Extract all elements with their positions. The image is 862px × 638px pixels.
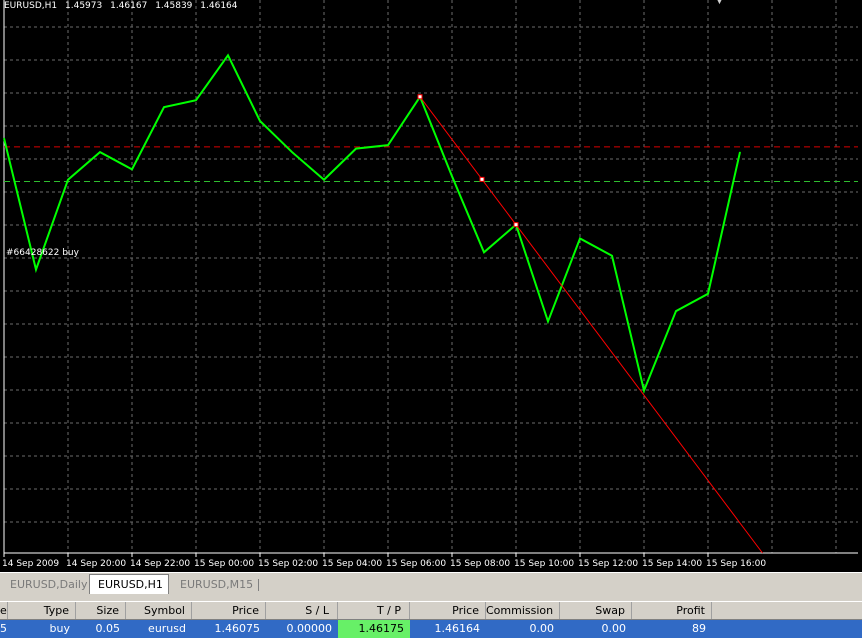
col-header-sl[interactable]: S / L: [266, 602, 338, 619]
col-header-profit[interactable]: Profit: [632, 602, 712, 619]
tab-eurusd-daily[interactable]: EURUSD,Daily: [2, 576, 88, 593]
price-point: [643, 390, 645, 392]
x-tick-label: 15 Sep 06:00: [386, 559, 447, 569]
x-tick-label: 15 Sep 04:00: [322, 559, 383, 569]
cell-type: buy: [49, 622, 70, 635]
col-header-symbol[interactable]: Symbol: [126, 602, 192, 619]
tab-eurusd-m15[interactable]: EURUSD,M15: [172, 576, 258, 593]
tab-eurusd-h1[interactable]: EURUSD,H1: [89, 574, 169, 594]
price-point: [547, 320, 549, 322]
x-tick-label: 15 Sep 00:00: [194, 559, 255, 569]
col-header-ticket[interactable]: e: [0, 602, 8, 619]
col-header-swap[interactable]: Swap: [560, 602, 632, 619]
col-header-size[interactable]: Size: [76, 602, 126, 619]
cell-size: 0.05: [95, 622, 121, 635]
price-point: [611, 255, 613, 257]
cell-swap: 0.00: [601, 622, 627, 635]
trend-line-handle: [479, 176, 485, 182]
x-tick-label: 14 Sep 22:00: [130, 559, 191, 569]
col-header-tp[interactable]: T / P: [338, 602, 410, 619]
price-point: [67, 179, 69, 181]
price-point: [163, 106, 165, 108]
price-point: [323, 179, 325, 181]
chart-symbol: EURUSD,H1: [4, 1, 58, 11]
chart-close: 1.46164: [200, 1, 238, 11]
price-point: [99, 151, 101, 153]
table-row[interactable]: 5 buy 0.05 eurusd 1.46075 0.00000 1.4617…: [0, 620, 862, 638]
cell-open-price: 1.46075: [214, 622, 261, 635]
x-tick-label: 14 Sep 2009: [2, 559, 60, 569]
col-header-price[interactable]: Price: [192, 602, 266, 619]
chart-high: 1.46167: [110, 1, 148, 11]
cell-current-price: 1.46164: [434, 622, 481, 635]
cell-profit: 89: [692, 622, 706, 635]
price-point: [3, 137, 5, 139]
trend-line-handle: [513, 222, 519, 228]
chart-canvas: [3, 0, 858, 557]
price-point: [227, 54, 229, 56]
price-point: [675, 310, 677, 312]
price-point: [35, 269, 37, 271]
cell-symbol: eurusd: [148, 622, 186, 635]
chart-tabs: EURUSD,Daily EURUSD,H1 EURUSD,M15: [0, 572, 862, 594]
x-tick-label: 15 Sep 02:00: [258, 559, 319, 569]
price-point: [579, 237, 581, 239]
col-header-current-price[interactable]: Price: [410, 602, 486, 619]
price-point: [739, 151, 741, 153]
cell-stop-loss: 0.00000: [286, 622, 333, 635]
x-tick-label: 14 Sep 20:00: [66, 559, 127, 569]
price-point: [483, 251, 485, 253]
order-line-label: #66428622 buy: [6, 248, 79, 258]
trend-line-handle: [417, 94, 423, 100]
x-tick-label: 15 Sep 16:00: [706, 559, 767, 569]
price-point: [195, 99, 197, 101]
price-series-line: [3, 53, 741, 394]
x-tick-label: 15 Sep 14:00: [642, 559, 703, 569]
price-point: [451, 175, 453, 177]
tab-separator: [258, 579, 259, 591]
cell-ticket: 5: [0, 622, 7, 635]
price-point: [707, 293, 709, 295]
chart-low: 1.45839: [155, 1, 193, 11]
chart-open: 1.45973: [65, 1, 103, 11]
chart-shift-icon[interactable]: ▼: [716, 0, 723, 6]
col-header-type[interactable]: Type: [8, 602, 76, 619]
cell-commission: 0.00: [529, 622, 555, 635]
x-tick-label: 15 Sep 10:00: [514, 559, 575, 569]
price-point: [259, 120, 261, 122]
col-header-commission[interactable]: Commission: [486, 602, 560, 619]
price-point: [387, 144, 389, 146]
x-tick-label: 15 Sep 12:00: [578, 559, 639, 569]
cell-take-profit: 1.46175: [338, 620, 410, 638]
chart-header: EURUSD,H1 1.45973 1.46167 1.45839 1.4616…: [4, 1, 243, 11]
trade-table-header: e Type Size Symbol Price S / L T / P Pri…: [0, 601, 862, 620]
trend-line: [419, 96, 763, 554]
price-chart[interactable]: EURUSD,H1 1.45973 1.46167 1.45839 1.4616…: [0, 0, 862, 572]
panel-gap: [0, 594, 862, 601]
x-tick-label: 15 Sep 08:00: [450, 559, 511, 569]
price-point: [291, 151, 293, 153]
price-point: [131, 168, 133, 170]
price-point: [355, 148, 357, 150]
